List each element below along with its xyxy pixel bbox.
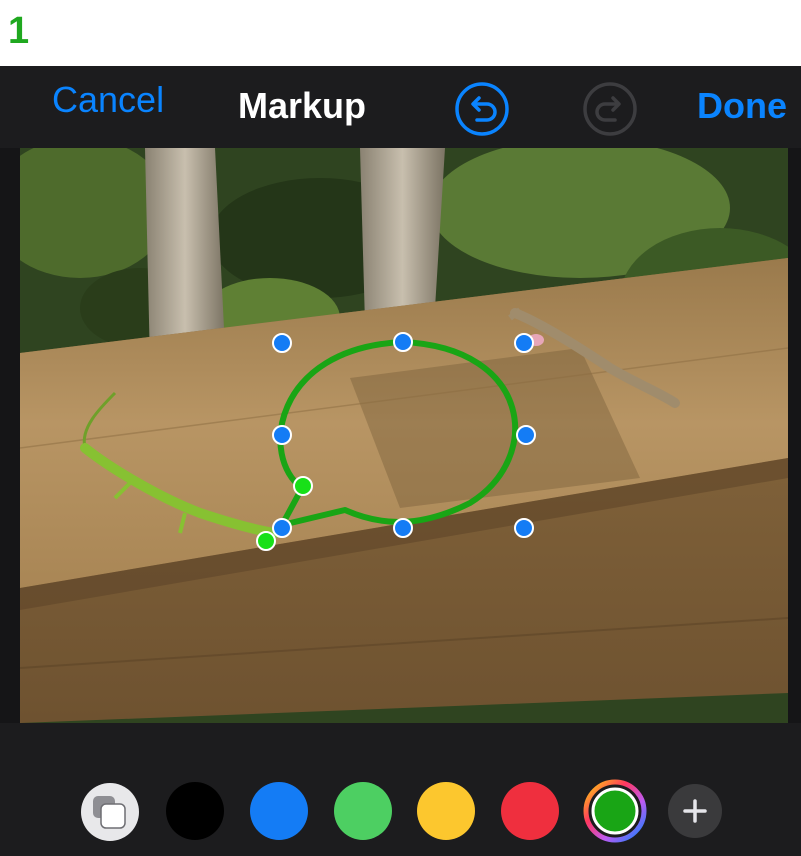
color-picker-icon[interactable]: [583, 779, 647, 843]
add-icon[interactable]: [668, 784, 722, 838]
photo-canvas[interactable]: [20, 148, 788, 723]
done-button[interactable]: Done: [697, 84, 787, 128]
nav-bar: Cancel Markup Done: [0, 66, 801, 148]
undo-icon[interactable]: [454, 81, 510, 137]
color-swatch-blue[interactable]: [250, 782, 308, 840]
color-swatch-yellow[interactable]: [417, 782, 475, 840]
step-number: 1: [8, 10, 30, 52]
toolbar: [0, 723, 801, 856]
cancel-button[interactable]: Cancel: [52, 78, 164, 122]
redo-icon[interactable]: [582, 81, 638, 137]
color-swatch-red[interactable]: [501, 782, 559, 840]
page-title: Markup: [238, 85, 367, 126]
markup-editor: Cancel Markup Done: [0, 66, 801, 856]
color-swatch-black[interactable]: [166, 782, 224, 840]
shape-style-icon[interactable]: [80, 782, 140, 842]
color-swatch-green[interactable]: [334, 782, 392, 840]
